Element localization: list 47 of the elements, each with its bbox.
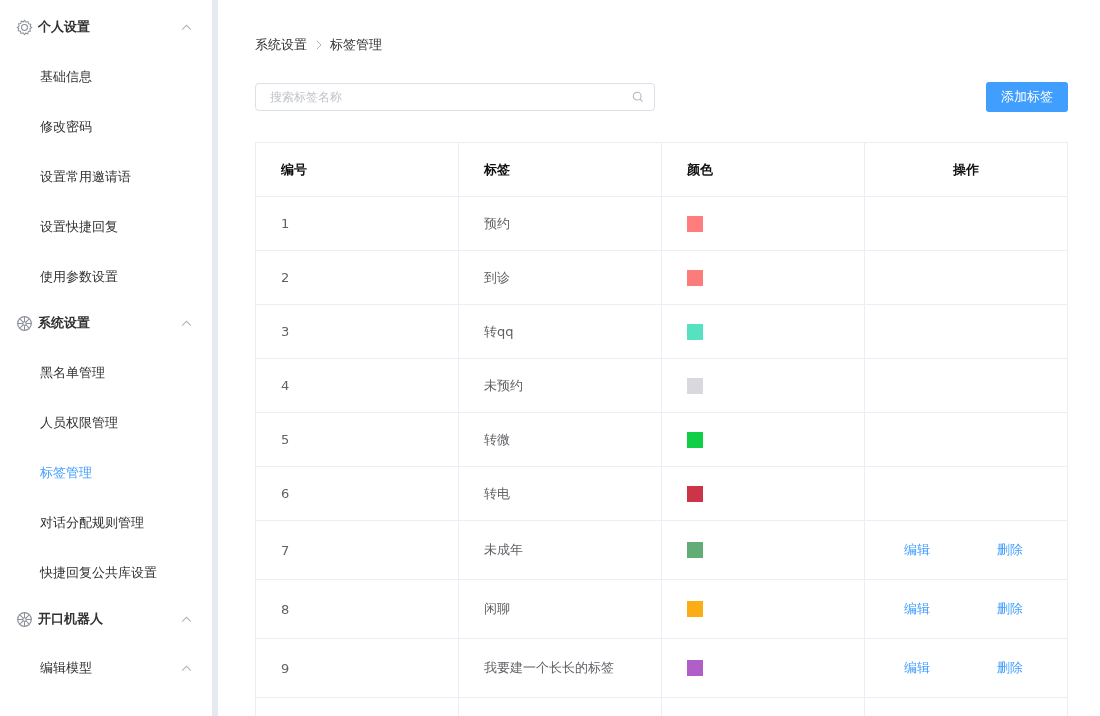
table-cell: 2 (255, 250, 459, 305)
breadcrumb-item[interactable]: 系统设置 (255, 36, 307, 54)
table-cell: 到诊 (458, 250, 662, 305)
menu-group-label: 个人设置 (38, 18, 91, 36)
menu-item[interactable]: 快捷回复公共库设置 (0, 548, 212, 598)
breadcrumb-item: 标签管理 (330, 36, 382, 54)
column-header: 颜色 (661, 142, 865, 197)
chevron-right-icon (315, 40, 322, 50)
table-cell: 8 (255, 579, 459, 639)
menu-item[interactable]: 使用参数设置 (0, 252, 212, 302)
table-cell: 6 (255, 466, 459, 521)
table-cell: 转电 (458, 466, 662, 521)
table-cell: 未成年 (458, 520, 662, 580)
menu-item[interactable]: 黑名单管理 (0, 348, 212, 398)
menu-item[interactable]: 修改密码 (0, 102, 212, 152)
menu-item[interactable]: 基础信息 (0, 52, 212, 102)
menu-group[interactable]: 个人设置 (0, 6, 212, 48)
column-header: 操作 (864, 142, 1068, 197)
wheel-icon (16, 610, 33, 628)
table-cell: 7 (255, 520, 459, 580)
table-cell: 未预约 (458, 358, 662, 413)
menu-group-label: 系统设置 (38, 314, 91, 332)
table-cell: 4 (255, 358, 459, 413)
gear-icon (16, 18, 33, 36)
column-header: 编号 (255, 142, 459, 197)
search-field[interactable]: 搜索标签名称 (255, 83, 655, 111)
table-cell: 5 (255, 412, 459, 467)
menu-group[interactable]: 开口机器人 (0, 598, 212, 640)
menu-group[interactable]: 系统设置 (0, 302, 212, 344)
table-cell: 转微 (458, 412, 662, 467)
table-cell: 闲聊 (458, 579, 662, 639)
table-cell: 9 (255, 638, 459, 698)
menu-item[interactable]: 设置常用邀请语 (0, 152, 212, 202)
table-cell: 预约 (458, 196, 662, 251)
table-cell: 1 (255, 196, 459, 251)
table-cell: 我要建一个长长的标签 (458, 638, 662, 698)
menu-item[interactable]: 对话分配规则管理 (0, 498, 212, 548)
menu-group-label: 开口机器人 (38, 610, 104, 628)
wheel-icon (16, 314, 33, 332)
table-cell: 转qq (458, 304, 662, 359)
menu-item[interactable]: 设置快捷回复 (0, 202, 212, 252)
search-icon (632, 91, 644, 103)
menu-item[interactable]: 人员权限管理 (0, 398, 212, 448)
menu-subgroup[interactable]: 编辑模型 (0, 640, 212, 696)
column-header: 标签 (458, 142, 662, 197)
table-cell: 3 (255, 304, 459, 359)
menu-subgroup-label: 编辑模型 (40, 659, 92, 677)
